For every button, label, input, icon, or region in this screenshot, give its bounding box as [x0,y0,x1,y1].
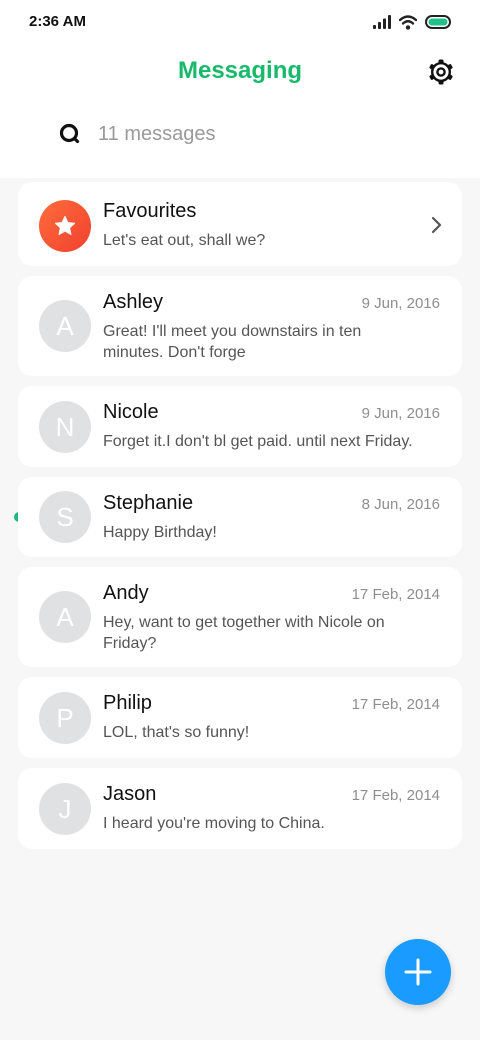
avatar: N [39,401,91,453]
top-area: 2:36 AM Messaging 11 messages [0,0,480,178]
search-bar[interactable]: 11 messages [58,120,215,148]
conversation-item[interactable]: S Stephanie 8 Jun, 2016 Happy Birthday! [18,477,462,557]
favourites-title: Favourites [103,200,197,222]
plus-icon [404,958,432,986]
conversation-item[interactable]: A Andy 17 Feb, 2014 Hey, want to get tog… [18,567,462,667]
contact-name: Jason [103,783,157,805]
battery-icon [425,15,451,29]
message-preview: Hey, want to get together with Nicole on… [103,614,385,652]
contact-name: Nicole [103,401,159,423]
gear-icon[interactable] [427,58,455,86]
avatar: A [39,300,91,352]
page-title: Messaging [177,57,303,84]
chevron-right-icon [431,216,442,234]
conversation-item[interactable]: P Philip 17 Feb, 2014 LOL, that's so fun… [18,677,462,758]
wifi-icon [399,14,417,30]
signal-icon [373,15,391,29]
conversation-item[interactable]: A Ashley 9 Jun, 2016 Great! I'll meet yo… [18,276,462,376]
compose-button[interactable] [385,939,451,1005]
message-preview: Forget it.I don't bl get paid. until nex… [103,433,413,450]
message-date: 17 Feb, 2014 [351,586,440,603]
message-date: 17 Feb, 2014 [351,696,440,713]
contact-name: Ashley [103,291,164,313]
conversation-item[interactable]: J Jason 17 Feb, 2014 I heard you're movi… [18,768,462,849]
avatar: A [39,591,91,643]
avatar: P [39,692,91,744]
avatar: S [39,491,91,543]
contact-name: Philip [103,692,152,714]
status-time: 2:36 AM [29,13,86,30]
search-icon [59,123,80,144]
contact-name: Stephanie [103,492,194,514]
message-date: 8 Jun, 2016 [361,496,440,513]
message-date: 9 Jun, 2016 [361,295,440,312]
star-icon [54,215,76,235]
message-preview: Great! I'll meet you downstairs in ten m… [103,323,362,361]
favourites-avatar [39,200,91,252]
contact-name: Andy [103,582,149,604]
message-date: 9 Jun, 2016 [361,405,440,422]
message-date: 17 Feb, 2014 [351,787,440,804]
message-preview: Happy Birthday! [103,524,217,541]
avatar: J [39,783,91,835]
message-preview: I heard you're moving to China. [103,815,325,832]
status-bar: 2:36 AM [0,0,480,44]
conversation-item[interactable]: N Nicole 9 Jun, 2016 Forget it.I don't b… [18,386,462,467]
search-placeholder: 11 messages [98,122,216,145]
favourites-preview: Let's eat out, shall we? [103,232,266,249]
favourites-card[interactable]: Favourites Let's eat out, shall we? [18,182,462,266]
message-preview: LOL, that's so funny! [103,724,250,741]
status-icons [373,12,452,32]
